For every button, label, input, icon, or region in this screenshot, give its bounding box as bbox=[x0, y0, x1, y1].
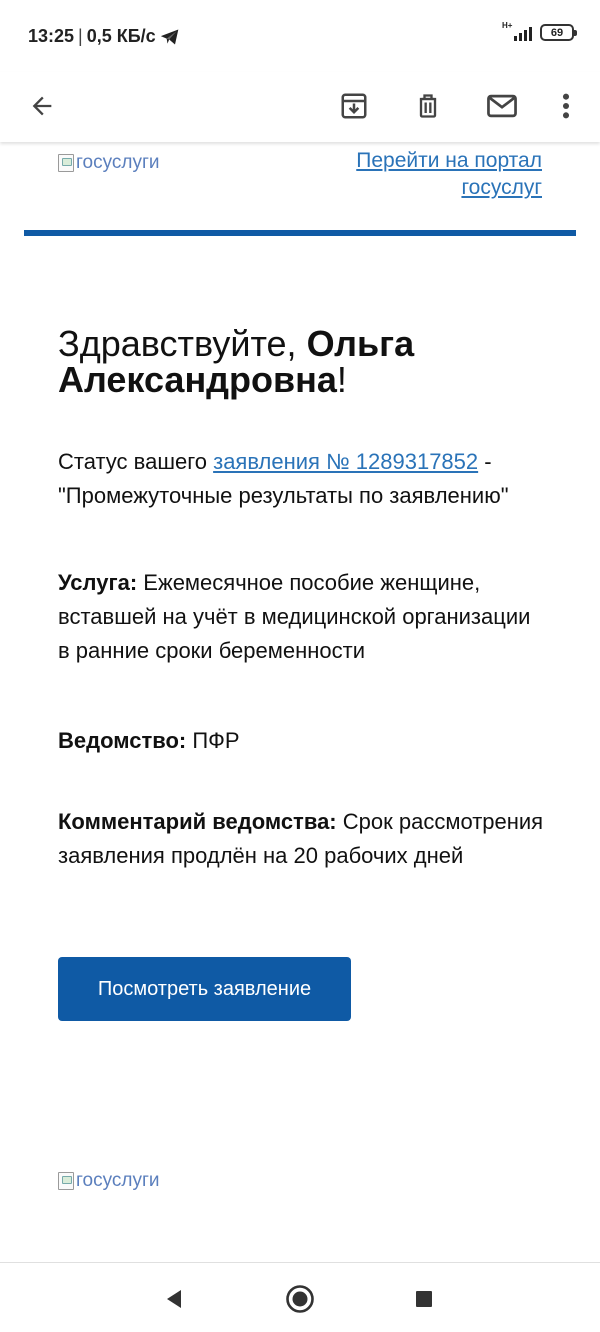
greeting-prefix: Здравствуйте, bbox=[58, 323, 307, 364]
arrow-back-icon bbox=[32, 96, 52, 116]
department-paragraph: Ведомство: ПФР bbox=[58, 724, 548, 758]
comment-paragraph: Комментарий ведомства: Срок рассмотрения… bbox=[58, 805, 548, 873]
comment-label: Комментарий ведомства: bbox=[58, 809, 337, 834]
circle-home-icon bbox=[286, 1285, 314, 1313]
archive-button[interactable] bbox=[330, 82, 378, 130]
clock: 13:25 bbox=[28, 26, 75, 46]
square-recents-icon bbox=[416, 1291, 432, 1307]
telegram-icon bbox=[160, 29, 179, 44]
network-type: H+ bbox=[502, 20, 513, 30]
signal-icon: H+ bbox=[502, 21, 532, 41]
nav-back-button[interactable] bbox=[156, 1281, 192, 1317]
battery-level: 69 bbox=[550, 26, 564, 39]
view-application-button[interactable]: Посмотреть заявление bbox=[58, 957, 351, 1021]
gosuslugi-logo-top[interactable]: госуслуги bbox=[58, 152, 160, 174]
department-label: Ведомство: bbox=[58, 728, 187, 753]
nav-home-button[interactable] bbox=[282, 1281, 318, 1317]
delete-button[interactable] bbox=[404, 82, 452, 130]
application-link[interactable]: заявления № 1289317852 bbox=[213, 449, 478, 474]
greeting-heading: Здравствуйте, Ольга Александровна! bbox=[58, 326, 558, 398]
broken-image-icon bbox=[58, 154, 74, 172]
more-vert-icon bbox=[562, 93, 570, 119]
department-value: ПФР bbox=[186, 728, 240, 753]
battery-icon: 69 bbox=[540, 24, 577, 41]
app-toolbar bbox=[0, 72, 600, 142]
status-left: 13:25 | 0,5 КБ/с bbox=[28, 26, 180, 47]
back-button[interactable] bbox=[18, 82, 66, 130]
triangle-back-icon bbox=[167, 1290, 181, 1308]
nav-recents-button[interactable] bbox=[406, 1281, 442, 1317]
broken-image-icon bbox=[58, 1172, 74, 1190]
system-nav-bar bbox=[0, 1262, 600, 1332]
archive-icon bbox=[341, 93, 367, 119]
more-options-button[interactable] bbox=[542, 82, 590, 130]
status-bar: 13:25 | 0,5 КБ/с H+ 69 bbox=[0, 0, 600, 72]
logo-alt-text-bottom: госуслуги bbox=[76, 1170, 160, 1191]
trash-icon bbox=[419, 94, 437, 118]
service-label: Услуга: bbox=[58, 570, 138, 595]
status-right: H+ 69 bbox=[502, 21, 577, 41]
status-paragraph: Статус вашего заявления № 1289317852 - "… bbox=[58, 445, 548, 513]
header-divider bbox=[24, 230, 576, 236]
portal-link[interactable]: Перейти на портал госуслуг bbox=[356, 147, 542, 201]
status-separator: | bbox=[78, 26, 83, 46]
greeting-suffix: ! bbox=[336, 359, 347, 400]
service-paragraph: Услуга: Ежемесячное пособие женщине, вст… bbox=[58, 566, 548, 668]
portal-link-line2: госуслуг bbox=[461, 176, 542, 199]
mark-unread-button[interactable] bbox=[478, 82, 526, 130]
gosuslugi-logo-bottom[interactable]: госуслуги bbox=[58, 1170, 160, 1192]
network-speed: 0,5 КБ/с bbox=[86, 26, 156, 46]
mail-icon bbox=[487, 94, 517, 118]
logo-alt-text: госуслуги bbox=[76, 152, 160, 173]
status-prefix: Статус вашего bbox=[58, 449, 214, 474]
portal-link-line1: Перейти на портал bbox=[356, 149, 542, 172]
